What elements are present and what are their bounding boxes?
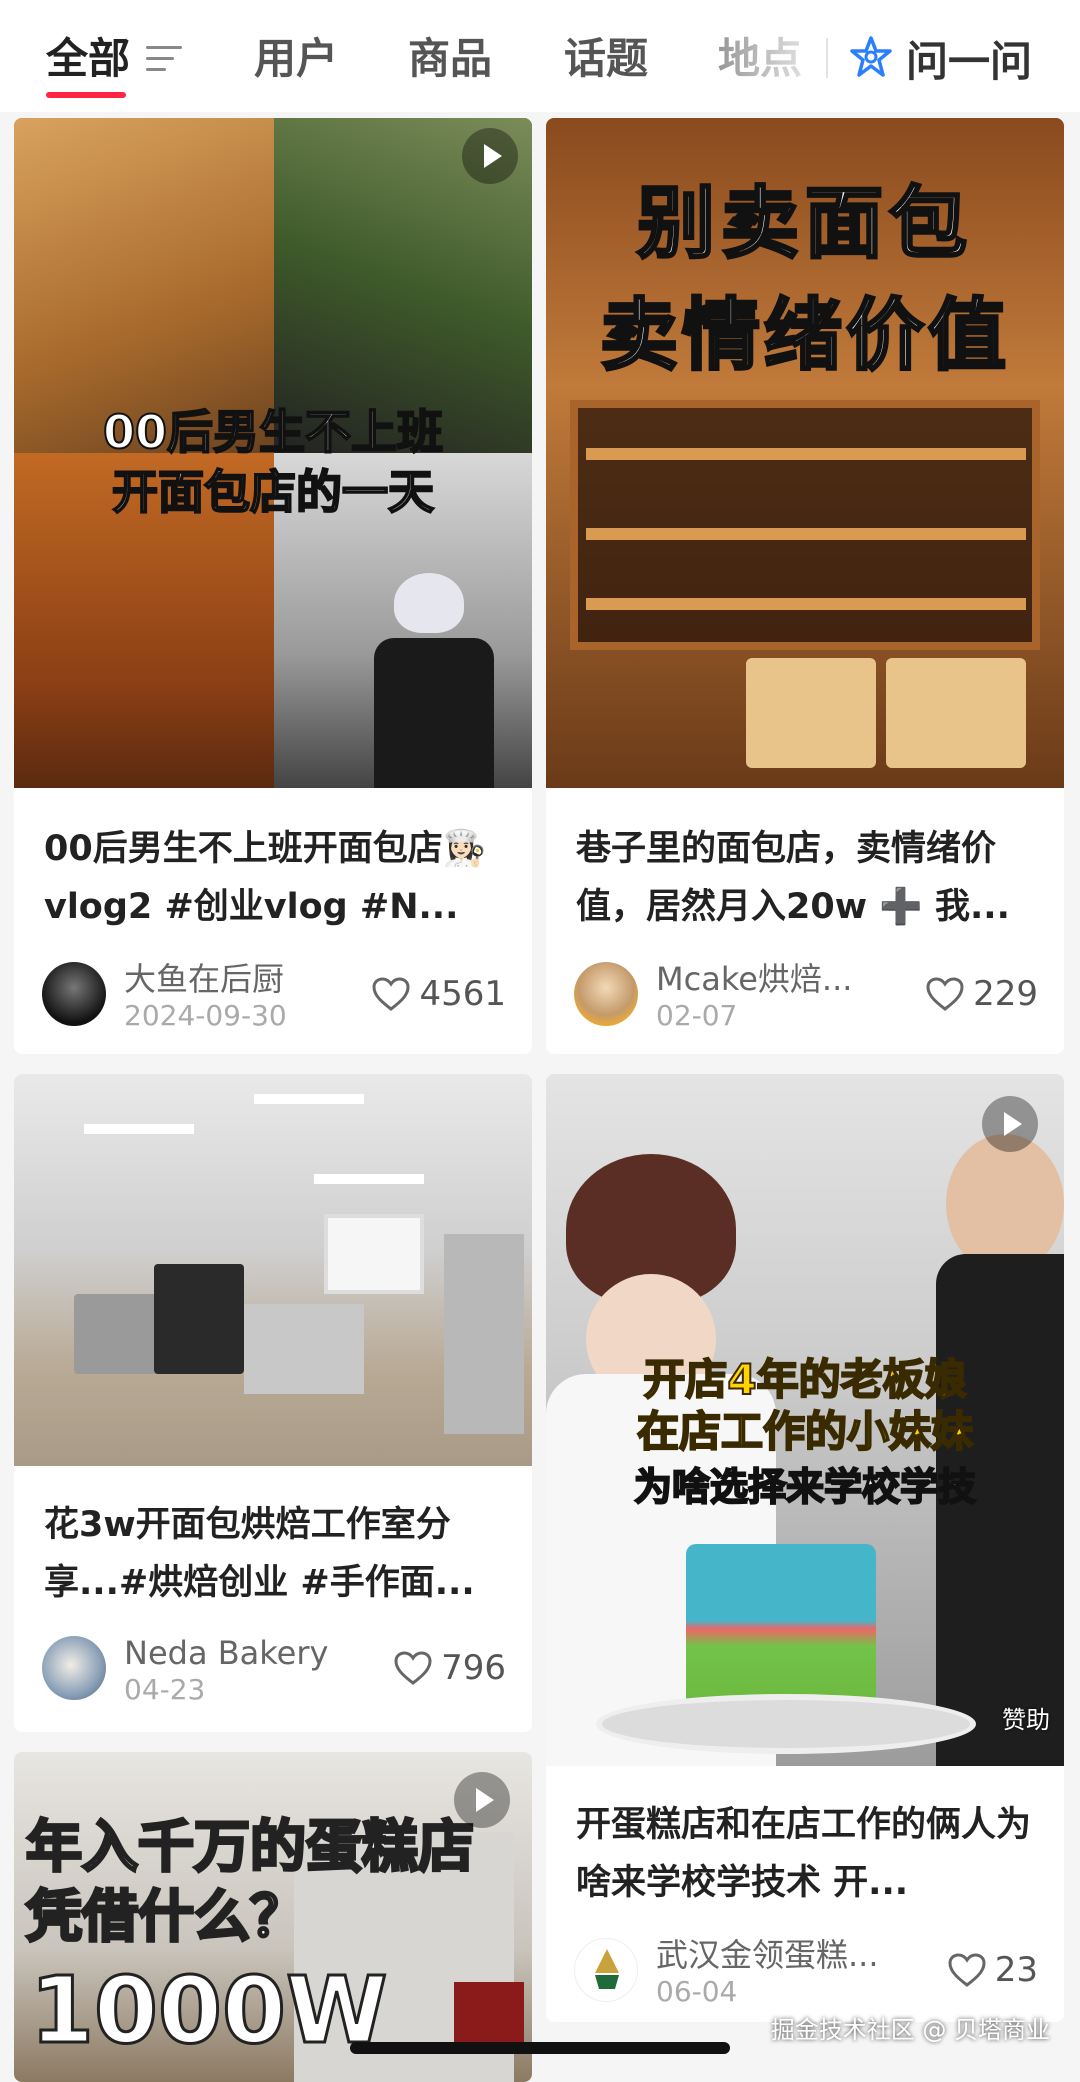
- author-row: Neda Bakery 04-23 796: [42, 1634, 506, 1706]
- heart-icon: [372, 977, 410, 1011]
- post-card[interactable]: 开店4年的老板娘 在店工作的小妹妹 为啥选择来学校学技 赞助 开蛋糕店和在店工作…: [546, 1074, 1064, 2022]
- tab-topics[interactable]: 话题: [564, 32, 648, 86]
- cover-text-line: 在店工作的小妹妹: [636, 1406, 974, 1457]
- post-title: 00后男生不上班开面包店👩🏻‍🍳vlog2 #创业vlog #N...: [44, 829, 487, 927]
- filter-icon[interactable]: [146, 44, 182, 74]
- active-tab-indicator: [46, 92, 126, 98]
- post-date: 2024-09-30: [124, 999, 287, 1032]
- post-cover: 别卖面包 卖情绪价值: [546, 118, 1064, 788]
- like-count: 4561: [419, 974, 506, 1014]
- heart-icon: [926, 977, 964, 1011]
- brand-logo-icon: [595, 1949, 619, 1989]
- cover-text-line: 卖情绪价值: [598, 290, 1010, 382]
- results-grid: 00后男生不上班 开面包店的一天 00后男生不上班开面包店👩🏻‍🍳vlog2 #…: [0, 112, 1080, 2082]
- post-cover: 00后男生不上班 开面包店的一天: [14, 118, 532, 788]
- cover-text-line: 别卖面包: [635, 178, 973, 270]
- like-count: 796: [441, 1648, 506, 1688]
- ask-label: 问一问: [906, 36, 1033, 86]
- post-cover: [14, 1074, 532, 1466]
- post-date: 06-04: [656, 1975, 738, 2008]
- tab-places[interactable]: 地点: [718, 32, 802, 86]
- like-button[interactable]: 229: [925, 972, 1038, 1016]
- tab-products[interactable]: 商品: [408, 32, 492, 86]
- video-play-icon: [462, 128, 518, 184]
- post-date: 02-07: [656, 999, 738, 1032]
- avatar[interactable]: [574, 1938, 638, 2002]
- author-row: 武汉金领蛋糕... 06-04 23: [574, 1936, 1038, 2008]
- heart-icon: [948, 1953, 986, 1987]
- like-count: 229: [973, 974, 1038, 1014]
- post-card[interactable]: 00后男生不上班 开面包店的一天 00后男生不上班开面包店👩🏻‍🍳vlog2 #…: [14, 118, 532, 1054]
- cover-text-line: 开店4年的老板娘: [642, 1354, 967, 1405]
- cover-text-line: 凭借什么？: [25, 1884, 308, 1952]
- like-button[interactable]: 796: [393, 1646, 506, 1690]
- post-title: 开蛋糕店和在店工作的俩人为啥来学校学技术 开...: [576, 1805, 1032, 1903]
- author-name[interactable]: 大鱼在后厨: [124, 960, 284, 998]
- tab-users[interactable]: 用户: [254, 32, 338, 86]
- cover-text-line: 年入千万的蛋糕店: [25, 1814, 476, 1882]
- post-date: 04-23: [124, 1673, 206, 1706]
- post-title: 巷子里的面包店，卖情绪价值，居然月入20w ➕ 我...: [576, 829, 1010, 927]
- author-name[interactable]: Neda Bakery: [124, 1634, 328, 1672]
- tab-divider: [826, 38, 828, 78]
- cover-text-line: 00后男生不上班: [102, 405, 444, 460]
- heart-icon: [394, 1651, 432, 1685]
- post-card[interactable]: 年入千万的蛋糕店 凭借什么？ 1000W: [14, 1752, 532, 2082]
- author-row: 大鱼在后厨 2024-09-30 4561: [42, 960, 506, 1032]
- video-play-icon: [454, 1772, 510, 1828]
- ask-button[interactable]: 问一问: [848, 30, 1032, 86]
- author-row: Mcake烘焙... 02-07 229: [574, 960, 1038, 1032]
- like-button[interactable]: 23: [947, 1948, 1038, 1992]
- post-cover: 开店4年的老板娘 在店工作的小妹妹 为啥选择来学校学技 赞助: [546, 1074, 1064, 1766]
- author-name[interactable]: Mcake烘焙...: [656, 960, 852, 998]
- author-name[interactable]: 武汉金领蛋糕...: [656, 1936, 879, 1974]
- ai-star-icon: [850, 36, 892, 77]
- post-cover: 年入千万的蛋糕店 凭借什么？ 1000W: [14, 1752, 532, 2082]
- cover-text-line: 开面包店的一天: [111, 465, 435, 520]
- search-tab-bar: 全部 用户 商品 话题 地点 问一问: [0, 0, 1080, 112]
- tab-all[interactable]: 全部: [46, 32, 130, 86]
- like-count: 23: [994, 1950, 1038, 1990]
- post-card[interactable]: 别卖面包 卖情绪价值 巷子里的面包店，卖情绪价值，居然月入20w ➕ 我... …: [546, 118, 1064, 1054]
- avatar[interactable]: [42, 1636, 106, 1700]
- post-title: 花3w开面包烘焙工作室分享...#烘焙创业 #手作面...: [44, 1505, 475, 1603]
- like-button[interactable]: 4561: [371, 972, 506, 1016]
- watermark: 掘金技术社区 @ 贝塔商业: [770, 2016, 1050, 2044]
- home-indicator[interactable]: [350, 2042, 730, 2054]
- avatar[interactable]: [574, 962, 638, 1026]
- sponsor-badge: 赞助: [1002, 1706, 1050, 1734]
- cover-text-line: 为啥选择来学校学技: [633, 1464, 977, 1509]
- post-card[interactable]: 花3w开面包烘焙工作室分享...#烘焙创业 #手作面... Neda Baker…: [14, 1074, 532, 1732]
- video-play-icon: [982, 1096, 1038, 1152]
- avatar[interactable]: [42, 962, 106, 1026]
